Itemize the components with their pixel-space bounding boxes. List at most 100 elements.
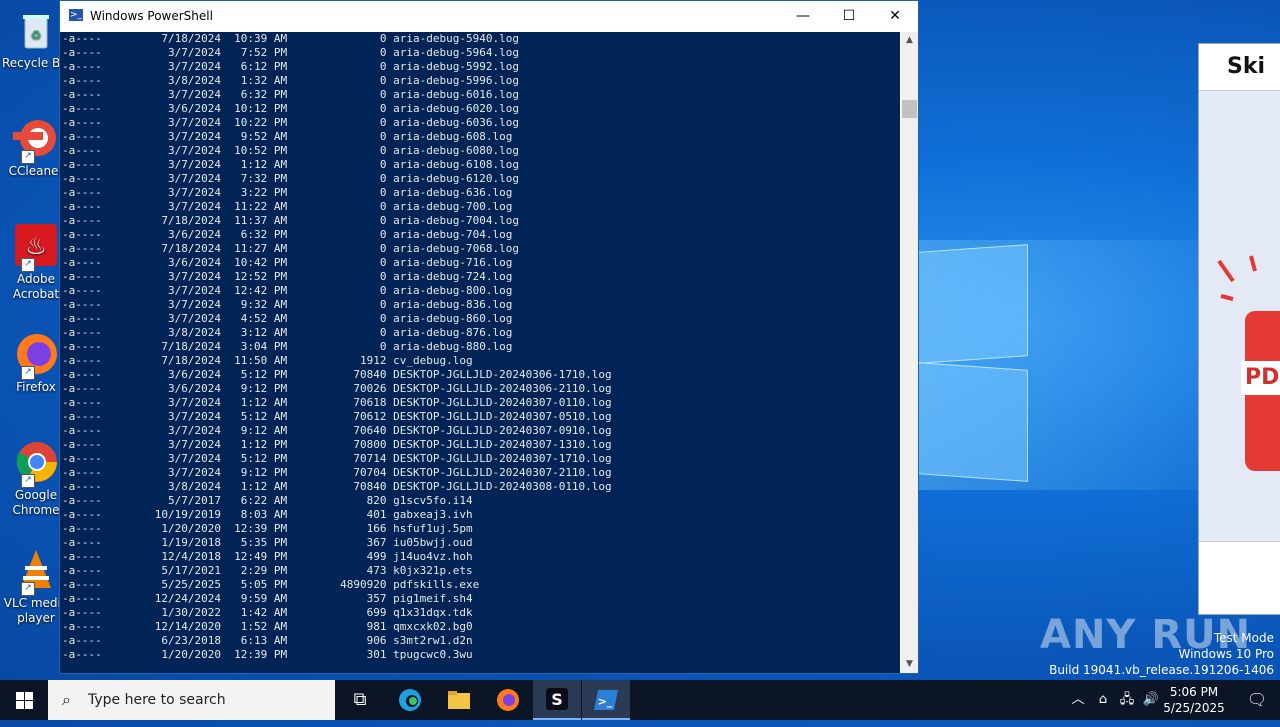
windows-logo-pane xyxy=(25,692,33,700)
powershell-icon: >_ xyxy=(594,690,618,710)
console-line: -a---- 7/18/2024 11:50 AM 1912 cv_debug.… xyxy=(62,354,473,367)
console-line: -a---- 6/23/2018 6:13 AM 906 s3mt2rw1.d2… xyxy=(62,634,473,647)
console-line: -a---- 5/17/2021 2:29 PM 473 k0jx321p.et… xyxy=(62,564,473,577)
console-line: -a---- 1/19/2018 5:35 PM 367 iu05bwjj.ou… xyxy=(62,536,473,549)
tray-app-icon[interactable]: ⌂ xyxy=(1092,680,1114,720)
console-line: -a---- 1/20/2020 12:39 PM 166 hsfuf1uj.5… xyxy=(62,522,473,535)
taskbar-file-explorer[interactable] xyxy=(435,680,483,720)
console-line: -a---- 3/7/2024 9:12 AM 70640 DESKTOP-JG… xyxy=(62,424,612,437)
taskbar-powershell[interactable]: >_ xyxy=(582,680,630,720)
search-icon: ⌕ xyxy=(62,690,71,709)
console-text: -a---- 7/18/2024 10:39 AM 0 aria-debug-5… xyxy=(60,32,900,662)
wallpaper-logo-pane xyxy=(918,244,1028,364)
shortcut-arrow-icon: ↗ xyxy=(21,150,35,164)
window-titlebar[interactable]: >_ Windows PowerShell — ☐ ✕ xyxy=(60,1,918,31)
console-line: -a---- 12/4/2018 12:49 PM 499 j14uo4vz.h… xyxy=(62,550,473,563)
shortcut-arrow-icon: ↗ xyxy=(21,582,35,596)
console-line: -a---- 3/6/2024 5:12 PM 70840 DESKTOP-JG… xyxy=(62,368,612,381)
os-edition-label: Windows 10 Pro xyxy=(1178,647,1274,661)
vlc-icon: ↗ xyxy=(13,548,59,596)
search-placeholder: Type here to search xyxy=(88,692,226,708)
console-line: -a---- 1/20/2020 12:39 PM 301 tpugcwc0.3… xyxy=(62,648,473,661)
ccleaner-icon: ↗ xyxy=(13,116,59,164)
firefox-icon xyxy=(497,689,519,711)
console-line: -a---- 3/7/2024 4:52 AM 0 aria-debug-860… xyxy=(62,312,513,325)
console-line: -a---- 3/7/2024 3:22 PM 0 aria-debug-636… xyxy=(62,186,513,199)
console-line: -a---- 1/30/2022 1:42 AM 699 q1x31dqx.td… xyxy=(62,606,473,619)
task-view-button[interactable]: ⧉ xyxy=(336,680,384,720)
start-button[interactable] xyxy=(0,680,48,720)
console-line: -a---- 3/7/2024 9:12 PM 70704 DESKTOP-JG… xyxy=(62,466,612,479)
console-line: -a---- 12/14/2020 1:52 AM 981 qmxcxk02.b… xyxy=(62,620,473,633)
pdfskills-footer xyxy=(1199,541,1280,614)
console-output[interactable]: -a---- 7/18/2024 10:39 AM 0 aria-debug-5… xyxy=(60,32,900,673)
console-line: -a---- 3/8/2024 1:12 AM 70840 DESKTOP-JG… xyxy=(62,480,612,493)
clock-time: 5:06 PM xyxy=(1169,685,1219,699)
console-line: -a---- 5/7/2017 6:22 AM 820 g1scv5fo.i14 xyxy=(62,494,473,507)
svg-text:♻: ♻ xyxy=(31,28,42,42)
powershell-window[interactable]: >_ Windows PowerShell — ☐ ✕ -a---- 7/18/… xyxy=(59,0,919,674)
console-line: -a---- 3/6/2024 9:12 PM 70026 DESKTOP-JG… xyxy=(62,382,612,395)
minimize-button[interactable]: — xyxy=(780,1,826,31)
taskbar: ⌕ Type here to search ⧉ S >_ ︿ ⌂ 🖧 🔊 5:0… xyxy=(0,680,1280,720)
console-line: -a---- 3/8/2024 1:32 AM 0 aria-debug-599… xyxy=(62,74,519,87)
edge-icon xyxy=(399,689,421,711)
pdfskills-window[interactable]: Ski PD xyxy=(1198,43,1280,615)
console-line: -a---- 5/25/2025 5:05 PM 4890920 pdfskil… xyxy=(62,578,480,591)
taskbar-pdfskills[interactable]: S xyxy=(533,680,581,720)
console-line: -a---- 3/7/2024 5:12 AM 70612 DESKTOP-JG… xyxy=(62,410,612,423)
taskbar-edge[interactable] xyxy=(386,680,434,720)
taskbar-search-box[interactable]: ⌕ Type here to search xyxy=(48,680,335,720)
console-line: -a---- 3/7/2024 1:12 AM 70618 DESKTOP-JG… xyxy=(62,396,612,409)
console-line: -a---- 3/7/2024 10:22 PM 0 aria-debug-60… xyxy=(62,116,519,129)
pdf-badge: PD xyxy=(1241,361,1280,395)
window-title: Windows PowerShell xyxy=(90,9,213,23)
console-line: -a---- 3/7/2024 7:52 PM 0 aria-debug-596… xyxy=(62,46,519,59)
chrome-icon: ↗ xyxy=(13,440,59,488)
shortcut-arrow-icon: ↗ xyxy=(21,474,35,488)
console-line: -a---- 7/18/2024 3:04 PM 0 aria-debug-88… xyxy=(62,340,513,353)
scrollbar-thumb[interactable] xyxy=(902,100,917,118)
close-button[interactable]: ✕ xyxy=(872,1,918,31)
svg-text:♨: ♨ xyxy=(25,232,47,260)
console-line: -a---- 10/19/2019 8:03 AM 401 gabxeaj3.i… xyxy=(62,508,473,521)
scroll-down-arrow-icon[interactable]: ▼ xyxy=(901,656,918,673)
show-hidden-icons-chevron-up-icon[interactable]: ︿ xyxy=(1068,680,1088,720)
taskbar-clock[interactable]: 5:06 PM 5/25/2025 xyxy=(1160,684,1228,716)
console-line: -a---- 3/6/2024 6:32 PM 0 aria-debug-704… xyxy=(62,228,513,241)
action-center-notification-icon[interactable]: 🗨 xyxy=(1234,680,1280,720)
console-line: -a---- 7/18/2024 11:27 AM 0 aria-debug-7… xyxy=(62,242,519,255)
taskbar-firefox[interactable] xyxy=(484,680,532,720)
folder-icon xyxy=(448,691,470,709)
task-view-icon: ⧉ xyxy=(353,689,367,710)
svg-text:S: S xyxy=(551,690,563,709)
console-line: -a---- 7/18/2024 10:39 AM 0 aria-debug-5… xyxy=(62,32,519,45)
console-line: -a---- 3/7/2024 1:12 AM 0 aria-debug-610… xyxy=(62,158,519,171)
test-mode-watermark: Test Mode Windows 10 Pro Build 19041.vb_… xyxy=(1049,630,1274,678)
pdfskills-icon: S xyxy=(546,688,568,710)
svg-text:>_: >_ xyxy=(598,695,613,708)
network-icon[interactable]: 🖧 xyxy=(1116,680,1138,720)
pdfskills-brand: Ski xyxy=(1227,54,1266,79)
powershell-icon: >_ xyxy=(69,9,83,21)
maximize-button[interactable]: ☐ xyxy=(826,1,872,31)
console-line: -a---- 3/7/2024 1:12 PM 70800 DESKTOP-JG… xyxy=(62,438,612,451)
volume-icon[interactable]: 🔊 xyxy=(1140,680,1162,720)
console-line: -a---- 7/18/2024 11:37 AM 0 aria-debug-7… xyxy=(62,214,519,227)
console-line: -a---- 3/7/2024 6:12 PM 0 aria-debug-599… xyxy=(62,60,519,73)
windows-logo-pane xyxy=(16,701,24,709)
vertical-scrollbar[interactable]: ▲ ▼ xyxy=(901,32,918,673)
console-line: -a---- 3/7/2024 5:12 PM 70714 DESKTOP-JG… xyxy=(62,452,612,465)
console-line: -a---- 3/7/2024 12:42 PM 0 aria-debug-80… xyxy=(62,284,513,297)
os-build-label: Build 19041.vb_release.191206-1406 xyxy=(1049,663,1274,677)
shortcut-arrow-icon: ↗ xyxy=(21,258,35,272)
console-line: -a---- 3/6/2024 10:42 PM 0 aria-debug-71… xyxy=(62,256,513,269)
test-mode-label: Test Mode xyxy=(1213,631,1274,645)
console-line: -a---- 3/6/2024 10:12 PM 0 aria-debug-60… xyxy=(62,102,519,115)
console-line: -a---- 3/7/2024 7:32 PM 0 aria-debug-612… xyxy=(62,172,519,185)
scroll-up-arrow-icon[interactable]: ▲ xyxy=(901,32,918,49)
wallpaper-logo-pane xyxy=(918,362,1028,482)
pdfskills-content: PD xyxy=(1199,91,1280,541)
console-line: -a---- 3/7/2024 11:22 AM 0 aria-debug-70… xyxy=(62,200,513,213)
console-line: -a---- 3/7/2024 9:32 AM 0 aria-debug-836… xyxy=(62,298,513,311)
